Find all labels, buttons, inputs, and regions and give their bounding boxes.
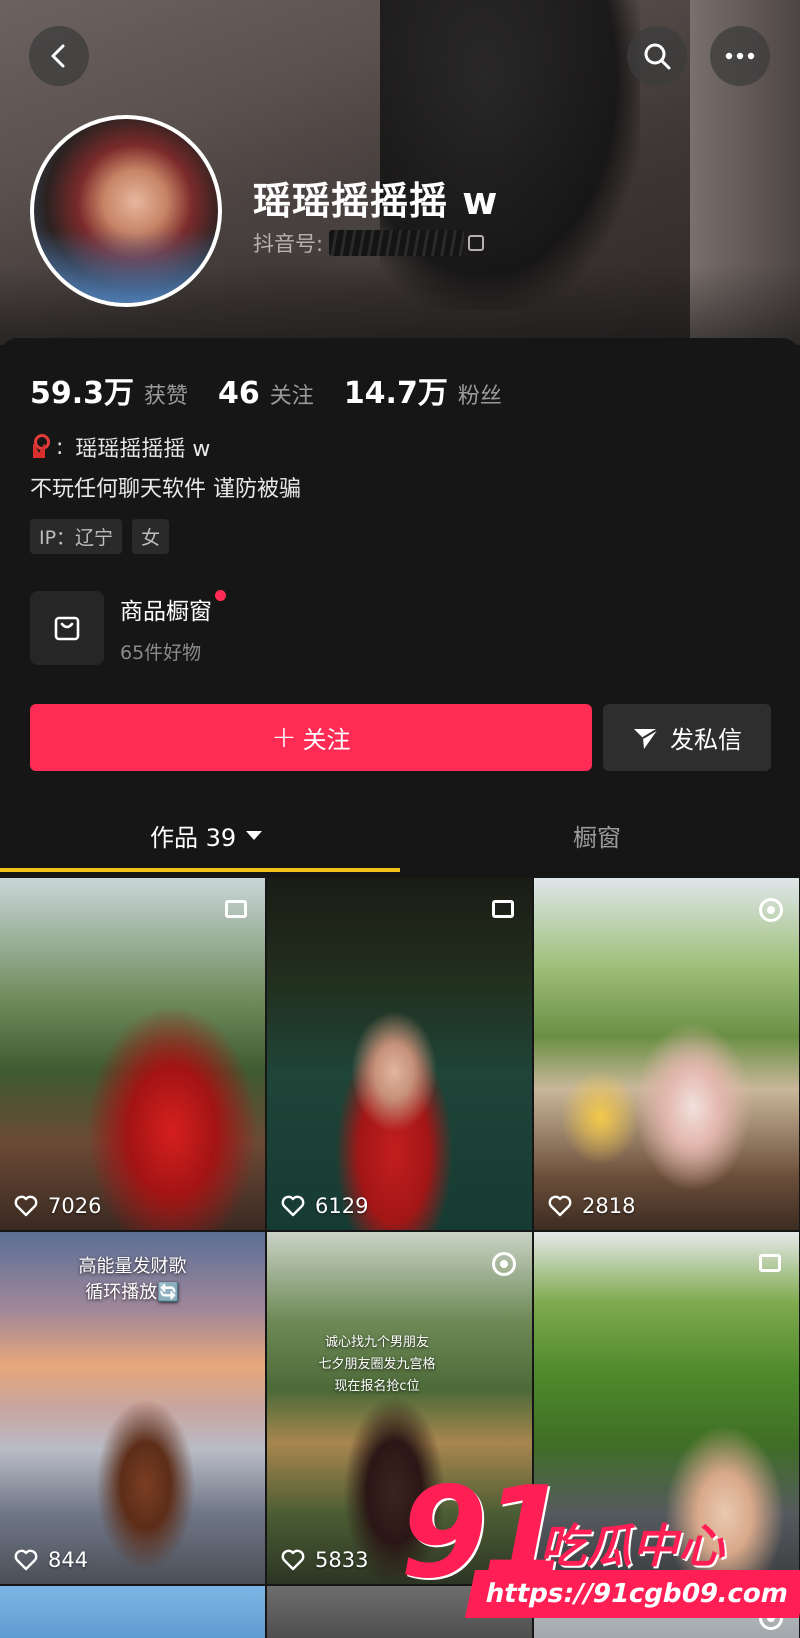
video-thumbnail[interactable]: 7026 (0, 878, 265, 1230)
multi-image-icon (225, 900, 247, 918)
video-caption-overlay: 高能量发财歌 循环播放🔄 (78, 1256, 187, 1303)
video-likes: 844 (14, 1548, 88, 1572)
watermark-text: 吃瓜中心 (540, 1519, 724, 1573)
video-likes: 6129 (281, 1194, 368, 1218)
heart-icon (14, 1549, 38, 1571)
more-button[interactable] (710, 26, 770, 86)
stat-likes-label: 获赞 (144, 384, 189, 409)
plus-icon: + (271, 720, 297, 755)
stat-likes[interactable]: 59.3万 获赞 (30, 368, 188, 412)
profile-name: 瑶瑶摇摇摇 w (253, 179, 499, 223)
redacted-id-value (329, 230, 465, 256)
shop-icon-box (30, 591, 104, 665)
active-tab-indicator (0, 868, 400, 872)
avatar[interactable] (30, 115, 222, 307)
bio-line-1: : 瑶瑶摇摇摇 w (30, 431, 210, 463)
video-thumbnail[interactable]: 2818 } (534, 878, 799, 1230)
tab-shop-window[interactable]: 橱窗 (573, 818, 621, 853)
stat-followers[interactable]: 14.7万 粉丝 (344, 368, 502, 412)
video-likes: 7026 (14, 1194, 101, 1218)
bio-line-2: 不玩任何聊天软件 谨防被骗 (30, 477, 301, 502)
send-plane-icon (634, 727, 659, 749)
caret-down-icon (246, 831, 263, 840)
back-button[interactable] (29, 26, 89, 86)
search-icon (644, 43, 671, 70)
video-likes: 5833 (281, 1548, 368, 1572)
profile-id-row[interactable]: 抖音号: (253, 228, 485, 258)
stat-followers-value: 14.7万 (343, 376, 448, 411)
stat-likes-value: 59.3万 (30, 376, 135, 411)
video-thumbnail[interactable]: 6129 (267, 878, 532, 1230)
stat-following-label: 关注 (269, 384, 314, 409)
profile-info-panel: 59.3万 获赞 46 关注 14.7万 粉丝 : 瑶瑶摇摇摇 w 不玩任何聊天… (0, 338, 800, 878)
stat-following[interactable]: 46 关注 (218, 376, 314, 411)
tab-works[interactable]: 作品 39 (150, 818, 263, 853)
video-thumbnail[interactable]: 高能量发财歌 循环播放🔄 844 (0, 1232, 265, 1584)
shop-title: 商品橱窗 (120, 589, 226, 626)
live-photo-icon (492, 1252, 516, 1276)
video-caption-overlay: 诚心找九个男朋友 七夕朋友圈发九宫格 现在报名抢c位 (318, 1335, 436, 1394)
profile-id-label: 抖音号: (253, 232, 324, 256)
multi-image-icon (492, 900, 514, 918)
bio-colon: : (56, 434, 64, 460)
stats-row: 59.3万 获赞 46 关注 14.7万 粉丝 (30, 368, 532, 412)
shop-subtitle: 65件好物 (120, 641, 202, 664)
cover-photo-figure (380, 0, 640, 310)
send-message-label: 发私信 (670, 726, 742, 754)
heart-icon (14, 1195, 38, 1217)
ribbon-icon (30, 434, 50, 460)
watermark-url: https://91cgb09.com (464, 1570, 800, 1618)
stat-followers-label: 粉丝 (457, 384, 502, 409)
content-tabs: 作品 39 橱窗 (0, 798, 800, 874)
heart-icon (281, 1195, 305, 1217)
multi-image-icon (759, 1254, 781, 1272)
bio-text-1: 瑶瑶摇摇摇 w (75, 437, 211, 462)
tag-gender: 女 (132, 519, 170, 554)
send-message-button[interactable]: 发私信 (603, 704, 771, 771)
notification-dot (215, 589, 226, 601)
profile-page: 瑶瑶摇摇摇 w 抖音号: 59.3万 获赞 46 关注 14.7万 粉丝 : 瑶… (0, 0, 800, 1638)
video-thumbnail[interactable] (0, 1586, 265, 1638)
heart-icon (281, 1549, 305, 1571)
profile-tags: IP：辽宁 女 (30, 519, 179, 554)
shop-window-entry[interactable]: 商品橱窗 65件好物 (30, 589, 226, 665)
search-button[interactable] (627, 26, 687, 86)
more-dots-icon (725, 52, 755, 60)
heart-icon (548, 1195, 572, 1217)
live-photo-icon (759, 898, 783, 922)
stat-following-value: 46 (218, 376, 260, 411)
chevron-left-icon (51, 44, 65, 68)
video-likes: 2818 (548, 1194, 635, 1218)
watermark-logo: 91 吃瓜中心 https://91cgb09.com (400, 1470, 800, 1638)
tag-ip-location: IP：辽宁 (30, 519, 123, 554)
follow-button[interactable]: + 关注 (30, 704, 592, 771)
follow-label: 关注 (302, 726, 351, 754)
shopping-bag-icon (54, 616, 80, 641)
copy-icon[interactable] (468, 235, 485, 251)
